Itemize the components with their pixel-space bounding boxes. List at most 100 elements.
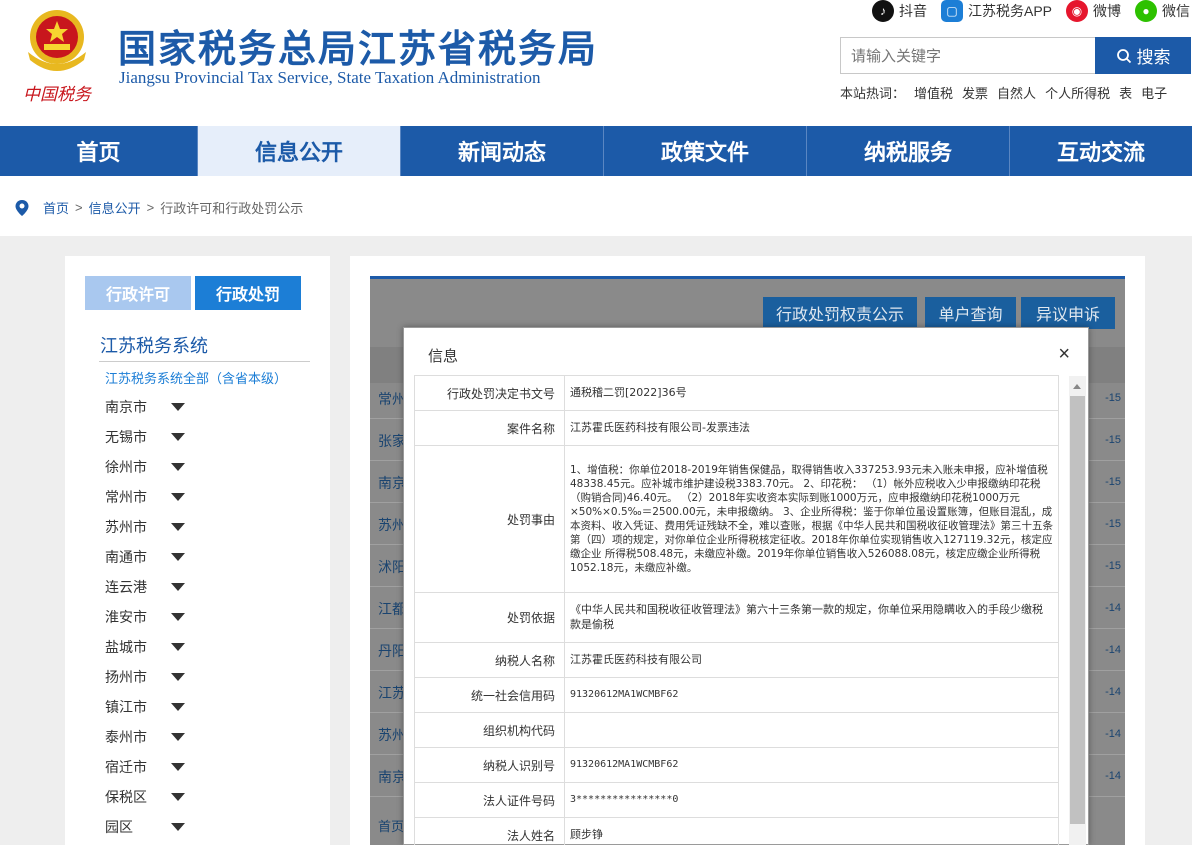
caret-down-icon[interactable] bbox=[171, 493, 185, 501]
caret-down-icon[interactable] bbox=[171, 703, 185, 711]
social-wechat[interactable]: ● 微信 bbox=[1135, 0, 1190, 22]
field-value: 《中华人民共和国税收征收管理法》第六十三条第一款的规定，你单位采用隐瞒收入的手段… bbox=[564, 592, 1059, 643]
breadcrumb-info[interactable]: 信息公开 bbox=[89, 198, 141, 217]
caret-down-icon[interactable] bbox=[171, 793, 185, 801]
sidebar-item-city[interactable]: 镇江市 bbox=[105, 692, 185, 722]
city-label: 镇江市 bbox=[105, 699, 147, 715]
search-button-label: 搜索 bbox=[1136, 48, 1171, 68]
caret-down-icon[interactable] bbox=[171, 583, 185, 591]
city-label: 无锡市 bbox=[105, 429, 147, 445]
sidebar-heading: 江苏税务系统 bbox=[100, 336, 208, 357]
field-label: 法人姓名 bbox=[414, 817, 565, 845]
site-header: 中国税务 国家税务总局江苏省税务局 Jiangsu Provincial Tax… bbox=[0, 0, 1192, 126]
table-row-cell[interactable]: 江苏 bbox=[378, 683, 406, 703]
table-row-date: -14 bbox=[1105, 770, 1121, 782]
hot-word[interactable]: 自然人 bbox=[997, 86, 1036, 101]
nav-info-disclosure[interactable]: 信息公开 bbox=[198, 126, 401, 176]
field-label: 处罚事由 bbox=[414, 445, 565, 593]
caret-down-icon[interactable] bbox=[171, 823, 185, 831]
social-app-label: 江苏税务APP bbox=[967, 3, 1052, 19]
tab-administrative-penalty[interactable]: 行政处罚 bbox=[195, 276, 301, 310]
penalty-detail-table: 行政处罚决定书文号 通税稽二罚[2022]36号 案件名称 江苏霍氏医药科技有限… bbox=[414, 375, 1059, 845]
table-row-cell[interactable]: 丹阳 bbox=[378, 641, 406, 661]
sidebar-item-city[interactable]: 徐州市 bbox=[105, 452, 185, 482]
field-label: 纳税人识别号 bbox=[414, 747, 565, 783]
sidebar-item-city[interactable]: 南京市 bbox=[105, 392, 185, 422]
table-row-date: -15 bbox=[1105, 392, 1121, 404]
social-weibo-label: 微博 bbox=[1093, 3, 1121, 19]
sidebar-item-city[interactable]: 常州市 bbox=[105, 482, 185, 512]
tab-administrative-permit[interactable]: 行政许可 bbox=[85, 276, 191, 310]
penalty-authority-button[interactable]: 行政处罚权责公示 bbox=[763, 297, 917, 329]
table-row-cell[interactable]: 苏州 bbox=[378, 725, 406, 745]
detail-row: 统一社会信用码 91320612MA1WCMBF62 bbox=[414, 677, 1059, 713]
field-label: 法人证件号码 bbox=[414, 782, 565, 818]
caret-down-icon[interactable] bbox=[171, 433, 185, 441]
nav-interaction[interactable]: 互动交流 bbox=[1010, 126, 1192, 176]
table-row-cell[interactable]: 张家 bbox=[378, 431, 406, 451]
field-value: 江苏霍氏医药科技有限公司-发票违法 bbox=[564, 410, 1059, 446]
sidebar-item-city[interactable]: 南通市 bbox=[105, 542, 185, 572]
social-douyin[interactable]: ♪ 抖音 bbox=[871, 0, 927, 22]
caret-down-icon[interactable] bbox=[171, 463, 185, 471]
appeal-button[interactable]: 异议申诉 bbox=[1021, 297, 1115, 329]
sidebar-item-city[interactable]: 宿迁市 bbox=[105, 752, 185, 782]
sidebar-item-all[interactable]: 江苏税务系统全部（含省本级） bbox=[105, 368, 287, 387]
table-row-date: -15 bbox=[1105, 560, 1121, 572]
sidebar-item-city[interactable]: 苏州市 bbox=[105, 512, 185, 542]
nav-tax-service[interactable]: 纳税服务 bbox=[807, 126, 1010, 176]
sidebar-item-city[interactable]: 盐城市 bbox=[105, 632, 185, 662]
sidebar-item-city[interactable]: 园区 bbox=[105, 812, 185, 842]
table-row-cell[interactable]: 常州 bbox=[378, 389, 406, 409]
city-label: 南通市 bbox=[105, 549, 147, 565]
caret-down-icon[interactable] bbox=[171, 403, 185, 411]
hot-word[interactable]: 个人所得税 bbox=[1045, 86, 1110, 101]
nav-news[interactable]: 新闻动态 bbox=[401, 126, 604, 176]
sidebar-item-city[interactable]: 泰州市 bbox=[105, 722, 185, 752]
caret-down-icon[interactable] bbox=[171, 523, 185, 531]
hot-word[interactable]: 电子 bbox=[1141, 86, 1167, 101]
table-row-cell[interactable]: 南京 bbox=[378, 767, 406, 787]
social-wechat-label: 微信 bbox=[1162, 3, 1190, 19]
caret-down-icon[interactable] bbox=[171, 763, 185, 771]
sidebar-item-city[interactable]: 无锡市 bbox=[105, 422, 185, 452]
city-label: 园区 bbox=[105, 819, 133, 835]
close-icon[interactable]: × bbox=[1058, 344, 1070, 364]
table-row-date: -15 bbox=[1105, 434, 1121, 446]
search-button[interactable]: 搜索 bbox=[1095, 37, 1191, 74]
national-emblem-logo[interactable]: 中国税务 bbox=[14, 4, 100, 104]
caret-down-icon[interactable] bbox=[171, 553, 185, 561]
sidebar-item-city[interactable]: 连云港 bbox=[105, 572, 185, 602]
caret-down-icon[interactable] bbox=[171, 613, 185, 621]
caret-down-icon[interactable] bbox=[171, 733, 185, 741]
scrollbar-thumb[interactable] bbox=[1070, 396, 1085, 824]
hot-word[interactable]: 增值税 bbox=[914, 86, 953, 101]
nav-policy[interactable]: 政策文件 bbox=[604, 126, 807, 176]
search-input[interactable] bbox=[840, 37, 1096, 74]
detail-row: 组织机构代码 bbox=[414, 712, 1059, 748]
caret-down-icon[interactable] bbox=[171, 673, 185, 681]
table-row-cell[interactable]: 南京 bbox=[378, 473, 406, 493]
hot-words: 本站热词： 增值税 发票 自然人 个人所得税表电子 bbox=[840, 83, 1176, 102]
modal-title: 信息 bbox=[428, 347, 459, 365]
table-row-cell[interactable]: 苏州 bbox=[378, 515, 406, 535]
breadcrumb-home[interactable]: 首页 bbox=[43, 198, 69, 217]
hot-word[interactable]: 表 bbox=[1119, 86, 1132, 101]
table-row-cell[interactable]: 江都 bbox=[378, 599, 406, 619]
sidebar-item-city[interactable]: 扬州市 bbox=[105, 662, 185, 692]
table-row-cell[interactable]: 沭阳 bbox=[378, 557, 406, 577]
sidebar-item-city[interactable]: 淮安市 bbox=[105, 602, 185, 632]
caret-down-icon[interactable] bbox=[171, 643, 185, 651]
nav-home[interactable]: 首页 bbox=[0, 126, 198, 176]
scroll-up-arrow-icon[interactable] bbox=[1073, 384, 1081, 389]
single-query-button[interactable]: 单户查询 bbox=[925, 297, 1016, 329]
pagination-first[interactable]: 首页 bbox=[378, 816, 404, 835]
hot-word[interactable]: 发票 bbox=[962, 86, 988, 101]
sidebar-item-city[interactable]: 保税区 bbox=[105, 782, 185, 812]
wechat-icon: ● bbox=[1135, 0, 1157, 22]
field-label: 行政处罚决定书文号 bbox=[414, 375, 565, 411]
social-weibo[interactable]: ◉ 微博 bbox=[1066, 0, 1121, 22]
modal-scrollbar[interactable] bbox=[1069, 376, 1086, 845]
field-value bbox=[564, 712, 1059, 748]
social-app[interactable]: ▢ 江苏税务APP bbox=[940, 0, 1052, 22]
